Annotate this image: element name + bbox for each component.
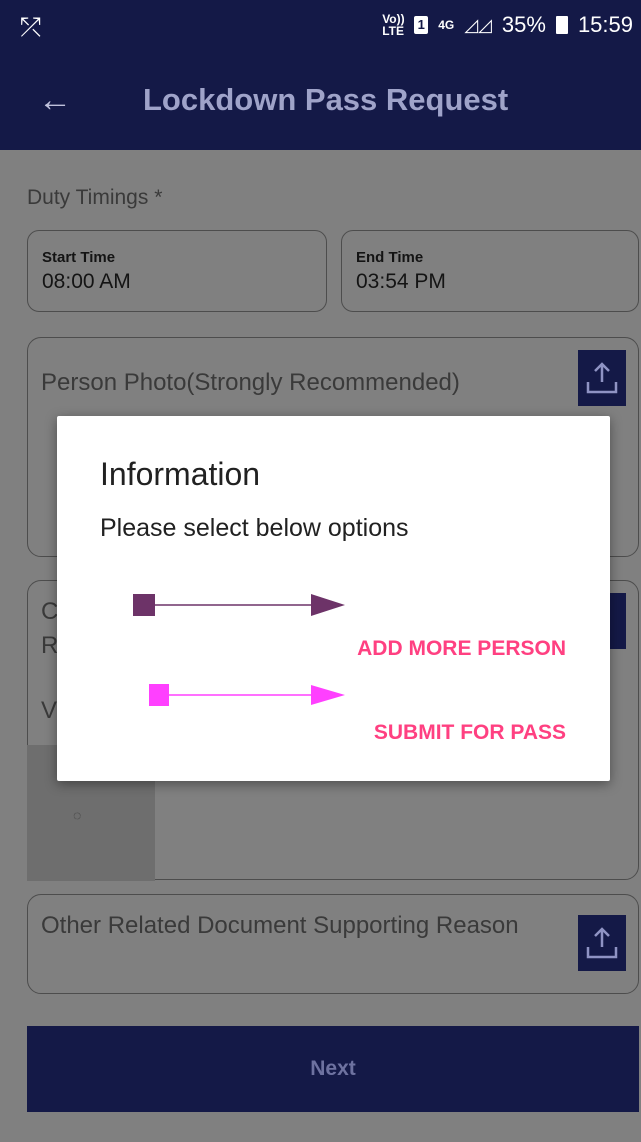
- information-dialog: Information Please select below options …: [57, 416, 610, 781]
- arrow-left-icon[interactable]: ←: [38, 80, 72, 120]
- missed-call-icon: ⤱: [20, 12, 41, 42]
- start-time-field[interactable]: Start Time 08:00 AM: [27, 230, 327, 312]
- page-title: Lockdown Pass Request: [143, 82, 509, 117]
- upload-icon[interactable]: [578, 350, 626, 406]
- loading-spinner-icon: ◌: [73, 807, 82, 823]
- app-bar: ← Lockdown Pass Request: [0, 52, 641, 150]
- signal-icon: ◿◿: [464, 14, 492, 35]
- arrow-right-icon: [149, 684, 345, 706]
- add-more-person-button[interactable]: ADD MORE PERSON: [357, 637, 566, 661]
- next-button-label: Next: [310, 1057, 356, 1080]
- end-time-field[interactable]: End Time 03:54 PM: [341, 230, 639, 312]
- status-icons: Vo)) LTE 1 4G ◿◿ 35% 15:59: [382, 12, 633, 38]
- other-document-label: Other Related Document Supporting Reason: [41, 912, 519, 939]
- start-time-value: 08:00 AM: [42, 270, 131, 293]
- reason-card-partial-text-2: R: [41, 632, 59, 659]
- volte-indicator: Vo)) LTE: [382, 12, 405, 38]
- upload-icon[interactable]: [578, 915, 626, 971]
- person-photo-label: Person Photo(Strongly Recommended): [41, 369, 460, 396]
- other-document-card: Other Related Document Supporting Reason: [27, 894, 639, 994]
- arrow-right-icon: [133, 594, 345, 616]
- network-type: 4G: [438, 18, 455, 32]
- dialog-title: Information: [100, 456, 261, 492]
- clock: 15:59: [577, 12, 633, 37]
- submit-for-pass-button[interactable]: SUBMIT FOR PASS: [374, 721, 566, 745]
- battery-percent: 35%: [501, 12, 546, 37]
- duty-timings-label: Duty Timings *: [27, 186, 163, 209]
- dialog-message: Please select below options: [100, 514, 409, 542]
- reason-card-partial-text-1: C: [41, 598, 59, 625]
- sim-icon: 1: [414, 16, 429, 34]
- reason-card-partial-text-3: V: [41, 697, 58, 724]
- end-time-label: End Time: [356, 249, 424, 266]
- start-time-label: Start Time: [42, 249, 116, 266]
- status-bar: ⤱ Vo)) LTE 1 4G ◿◿ 35% 15:59: [0, 0, 641, 52]
- next-button[interactable]: Next: [27, 1026, 639, 1112]
- battery-icon: [555, 16, 568, 34]
- end-time-value: 03:54 PM: [356, 270, 446, 293]
